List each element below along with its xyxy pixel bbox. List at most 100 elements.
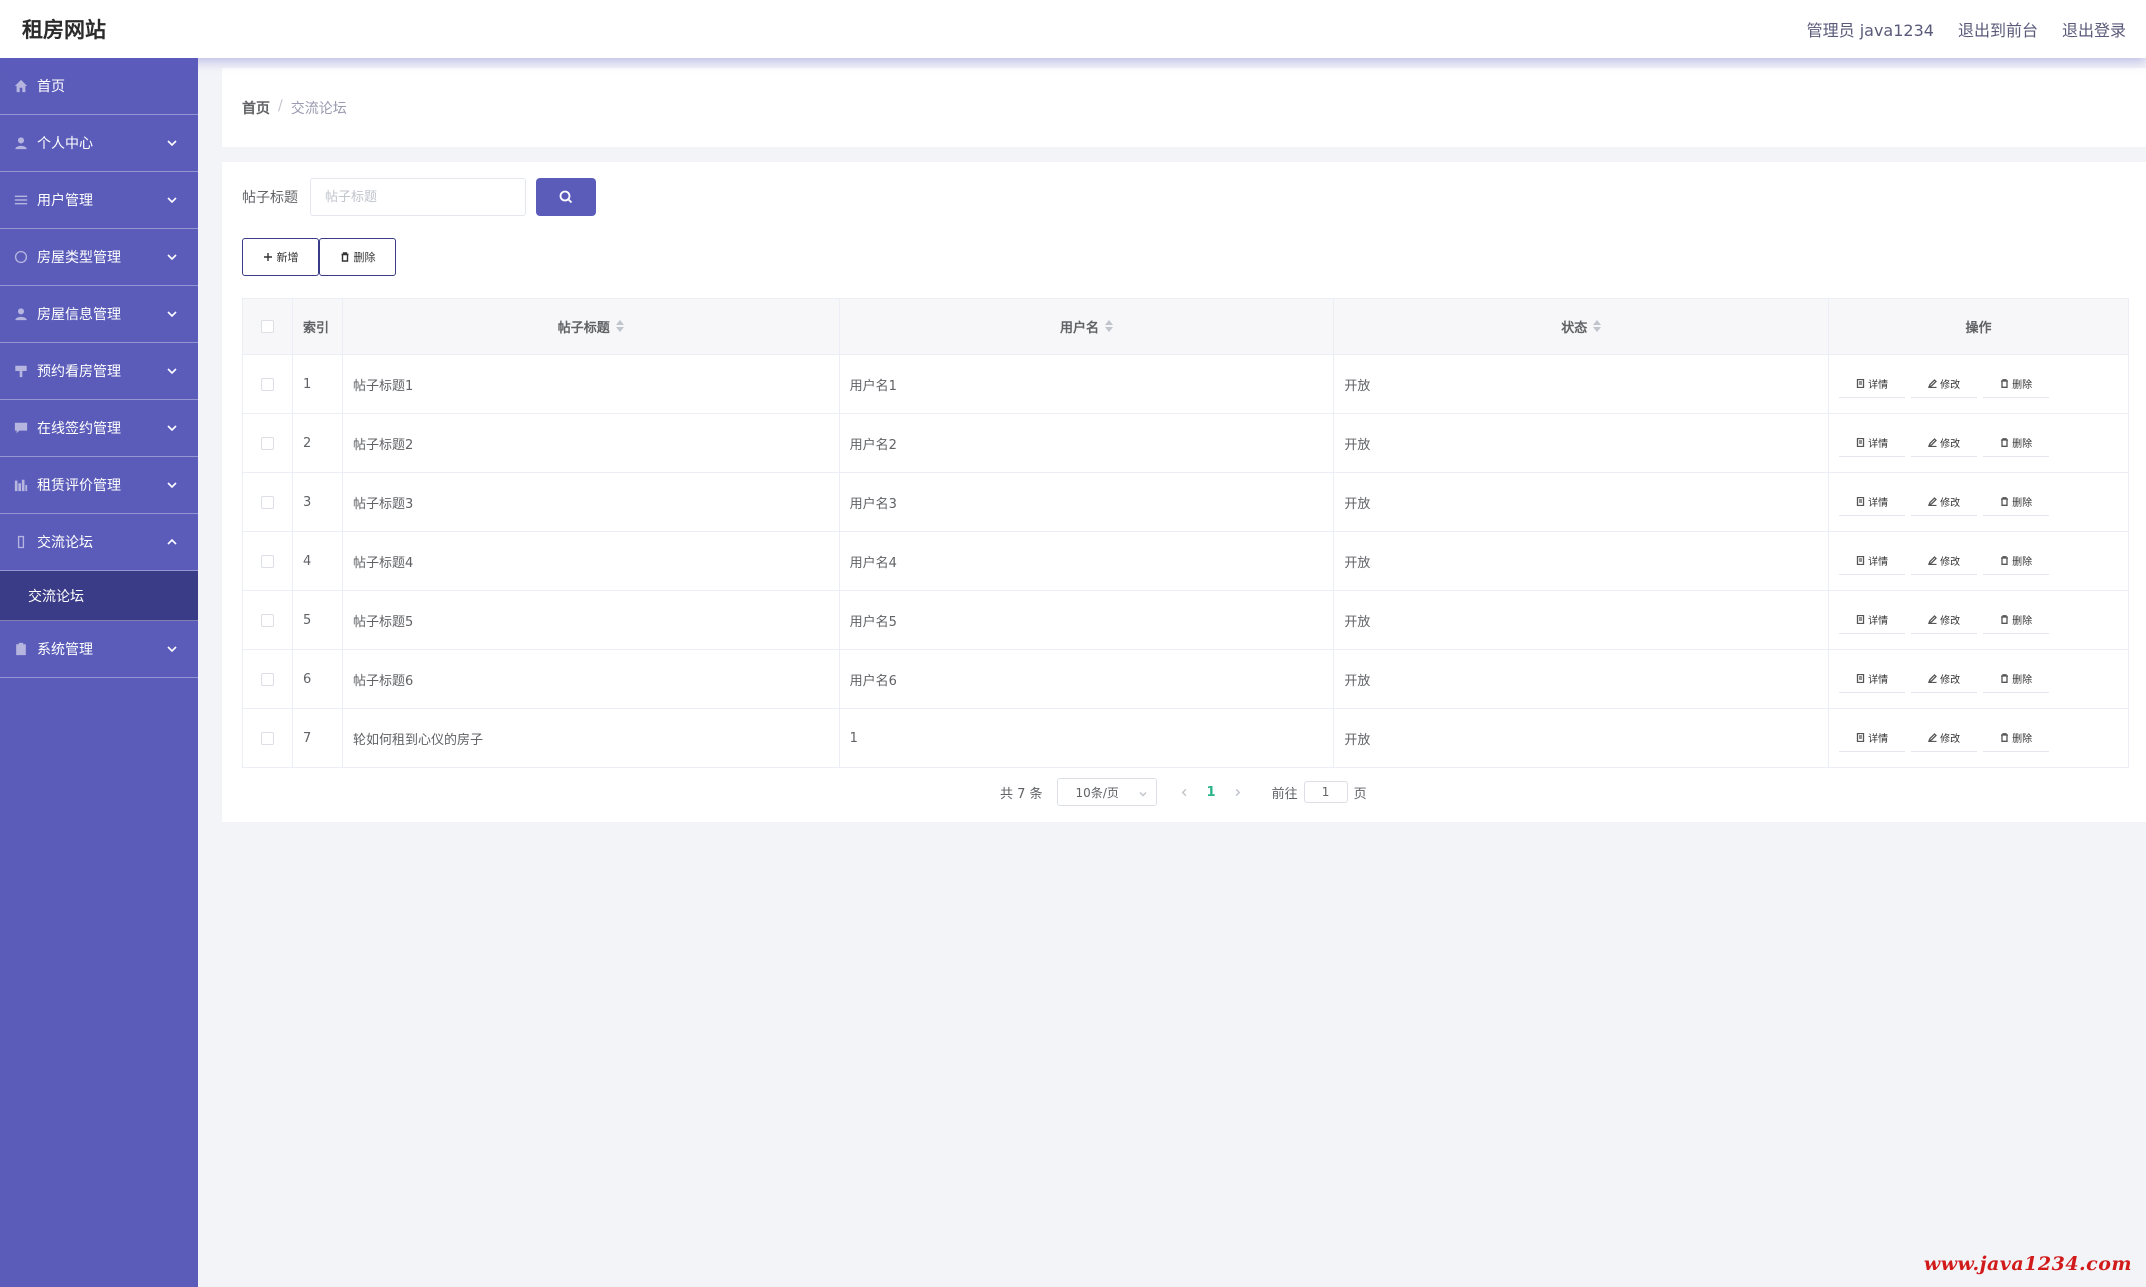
edit-button[interactable]: 修改 [1911, 429, 1978, 457]
sort-icon[interactable] [1105, 320, 1114, 336]
delete-button[interactable]: 删除 [1983, 370, 2050, 398]
edit-button-label: 修改 [1940, 498, 1961, 509]
row-username: 1 [839, 708, 1335, 768]
row-checkbox[interactable] [260, 377, 274, 391]
delete-button[interactable]: 删除 [1983, 724, 2050, 752]
sidebar-item-house-type[interactable]: 房屋类型管理 [0, 229, 198, 286]
chevron-right-icon [1235, 788, 1241, 796]
row-checkbox[interactable] [260, 436, 274, 450]
header-username[interactable]: 用户名 [839, 298, 1335, 355]
row-index: 7 [292, 708, 343, 768]
edit-icon [1928, 556, 1938, 565]
sidebar-item-viewing-appointment[interactable]: 预约看房管理 [0, 343, 198, 400]
edit-button[interactable]: 修改 [1911, 370, 1978, 398]
row-select-cell [242, 354, 293, 414]
sidebar-item-online-contract[interactable]: 在线签约管理 [0, 400, 198, 457]
chevron-left-icon [1181, 788, 1187, 796]
breadcrumb-home[interactable]: 首页 [242, 98, 270, 118]
header-title[interactable]: 帖子标题 [342, 298, 840, 355]
row-checkbox[interactable] [260, 672, 274, 686]
sidebar-item-label: 房屋类型管理 [37, 250, 121, 266]
row-title: 帖子标题3 [342, 472, 840, 532]
delete-button-label: 删除 [2012, 380, 2033, 391]
row-checkbox[interactable] [260, 731, 274, 745]
delete-button-label: 删除 [2012, 616, 2033, 627]
exit-to-front-link[interactable]: 退出到前台 [1958, 17, 2038, 41]
delete-button-label: 删除 [353, 251, 376, 264]
row-title: 帖子标题6 [342, 649, 840, 709]
trash-icon [2001, 615, 2009, 624]
row-checkbox[interactable] [260, 613, 274, 627]
search-input[interactable] [310, 178, 526, 216]
edit-button[interactable]: 修改 [1911, 547, 1978, 575]
row-ops: 详情 修改 删除 [1828, 531, 2129, 591]
edit-button[interactable]: 修改 [1911, 606, 1978, 634]
row-ops: 详情 修改 删除 [1828, 472, 2129, 532]
next-page-button[interactable] [1228, 782, 1248, 802]
row-username: 用户名6 [839, 649, 1335, 709]
sidebar-item-house-info[interactable]: 房屋信息管理 [0, 286, 198, 343]
sort-icon[interactable] [1593, 320, 1602, 336]
page-number-current[interactable]: 1 [1207, 785, 1216, 800]
delete-button-label: 删除 [2012, 498, 2033, 509]
chevron-down-icon [166, 365, 178, 377]
sidebar-item-rental-review[interactable]: 租赁评价管理 [0, 457, 198, 514]
detail-button[interactable]: 详情 [1839, 370, 1906, 398]
edit-button-label: 修改 [1940, 616, 1961, 627]
detail-button[interactable]: 详情 [1839, 665, 1906, 693]
trash-icon [2001, 379, 2009, 388]
sidebar-subitem-forum[interactable]: 交流论坛 [0, 571, 198, 621]
sidebar-item-user-management[interactable]: 用户管理 [0, 172, 198, 229]
row-title: 帖子标题4 [342, 531, 840, 591]
delete-button[interactable]: 删除 [1983, 547, 2050, 575]
table-row: 6 帖子标题6 用户名6 开放 详情 修改 删除 [242, 649, 2129, 709]
row-title: 帖子标题5 [342, 590, 840, 650]
document-icon [1856, 438, 1865, 447]
row-ops: 详情 修改 删除 [1828, 413, 2129, 473]
detail-button[interactable]: 详情 [1839, 724, 1906, 752]
sidebar-item-forum[interactable]: 交流论坛 [0, 514, 198, 571]
detail-button[interactable]: 详情 [1839, 547, 1906, 575]
page-size-select[interactable]: 10条/页 [1056, 778, 1157, 806]
table-row: 1 帖子标题1 用户名1 开放 详情 修改 删除 [242, 354, 2129, 414]
table-row: 2 帖子标题2 用户名2 开放 详情 修改 删除 [242, 413, 2129, 473]
batch-delete-button[interactable]: 删除 [319, 238, 396, 276]
chevron-down-icon [166, 422, 178, 434]
breadcrumb-card: 首页 / 交流论坛 [222, 68, 2146, 147]
goto-page-input[interactable] [1303, 781, 1348, 803]
sidebar-item-label: 交流论坛 [37, 535, 93, 551]
row-ops: 详情 修改 删除 [1828, 354, 2129, 414]
edit-button[interactable]: 修改 [1911, 665, 1978, 693]
delete-button[interactable]: 删除 [1983, 665, 2050, 693]
search-button[interactable] [536, 178, 596, 216]
delete-button[interactable]: 删除 [1983, 488, 2050, 516]
prev-page-button[interactable] [1175, 782, 1195, 802]
detail-button-label: 详情 [1868, 734, 1889, 745]
logout-link[interactable]: 退出登录 [2062, 17, 2126, 41]
add-button[interactable]: 新增 [242, 238, 319, 276]
forum-table: 索引 帖子标题 用户名 状态 操作 1 帖子标题1 用户名1 开放 详情 修改 删除 2 帖子标… [242, 298, 2129, 768]
sort-icon[interactable] [615, 320, 624, 336]
row-checkbox[interactable] [260, 554, 274, 568]
edit-button[interactable]: 修改 [1911, 488, 1978, 516]
delete-button[interactable]: 删除 [1983, 429, 2050, 457]
detail-button[interactable]: 详情 [1839, 488, 1906, 516]
detail-button-label: 详情 [1868, 380, 1889, 391]
row-select-cell [242, 708, 293, 768]
sidebar-item-personal-center[interactable]: 个人中心 [0, 115, 198, 172]
pagination-total: 共 7 条 [1000, 786, 1043, 802]
home-icon [13, 78, 29, 94]
delete-button[interactable]: 删除 [1983, 606, 2050, 634]
row-title: 帖子标题2 [342, 413, 840, 473]
detail-button[interactable]: 详情 [1839, 606, 1906, 634]
sidebar-item-home[interactable]: 首页 [0, 58, 198, 115]
edit-button[interactable]: 修改 [1911, 724, 1978, 752]
row-checkbox[interactable] [260, 495, 274, 509]
sidebar: 首页 个人中心 用户管理 房屋类型管理 房屋信息管理 预约看房管理 在线签约管理… [0, 58, 198, 1287]
sidebar-item-system-management[interactable]: 系统管理 [0, 621, 198, 678]
row-index: 4 [292, 531, 343, 591]
row-username: 用户名2 [839, 413, 1335, 473]
detail-button[interactable]: 详情 [1839, 429, 1906, 457]
select-all-checkbox[interactable] [260, 320, 274, 333]
header-status[interactable]: 状态 [1333, 298, 1830, 355]
